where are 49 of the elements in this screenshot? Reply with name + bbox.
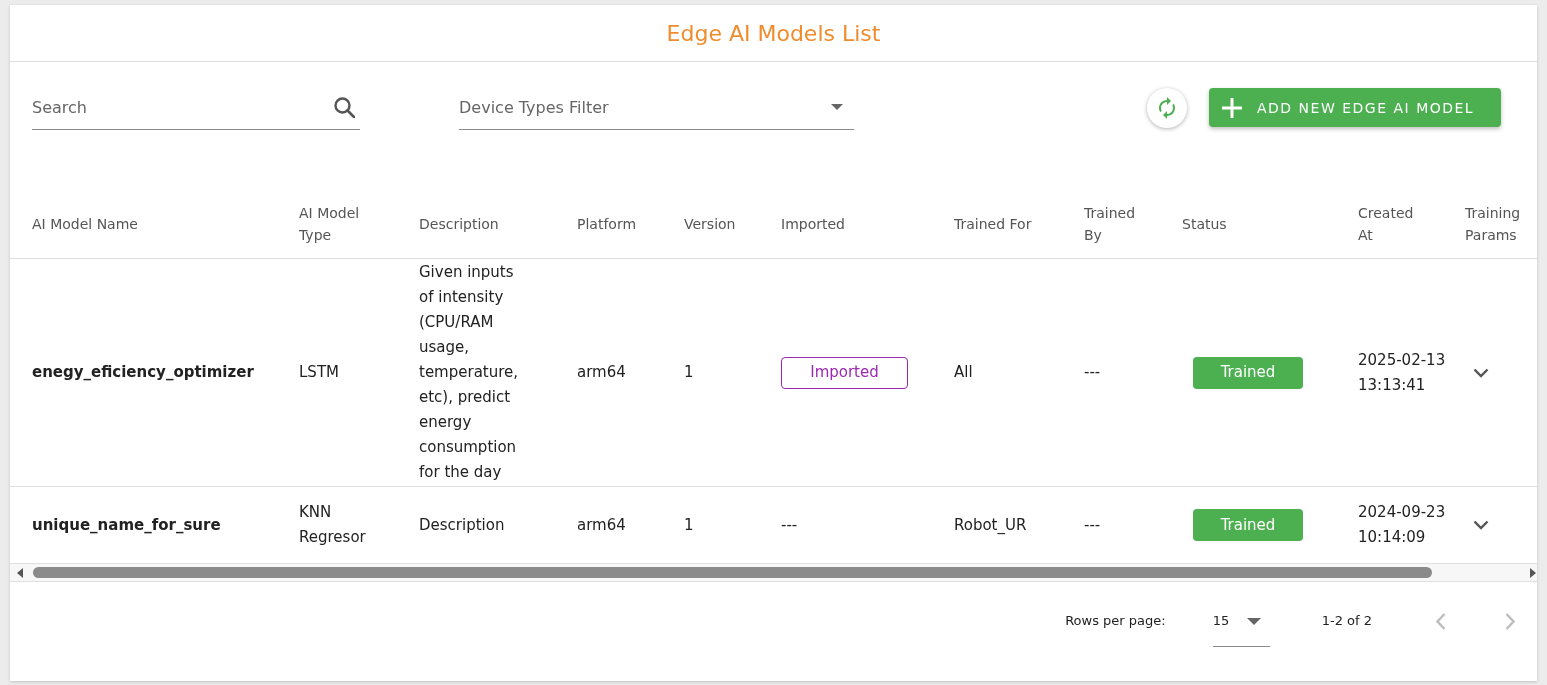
table-cell: --- [781, 486, 954, 564]
horizontal-scrollbar[interactable] [10, 564, 1537, 582]
chevron-down-icon[interactable] [1473, 367, 1489, 378]
page-range-text: 1-2 of 2 [1321, 612, 1372, 630]
rows-per-page-label: Rows per page: [1065, 612, 1166, 630]
table-cell: 1 [684, 258, 781, 487]
scroll-left-arrow-icon[interactable] [17, 567, 23, 578]
caret-down-icon [831, 104, 843, 110]
rows-per-page-dropdown[interactable]: 15 [1212, 611, 1270, 647]
column-header: Imported [781, 190, 954, 259]
table-cell: enegy_eficiency_optimizer [10, 258, 299, 487]
table-cell: Description [419, 486, 577, 564]
column-header: Platform [577, 190, 684, 259]
table-cell: LSTM [299, 258, 419, 487]
table-cell: 1 [684, 486, 781, 564]
search-icon [334, 97, 355, 118]
device-types-dropdown[interactable]: Device Types Filter [459, 85, 854, 130]
search-field[interactable]: Search [32, 85, 360, 130]
table-cell: Given inputs of intensity (CPU/RAM usage, temperature, etc), predict energy consumption for the day [419, 258, 577, 487]
table-cell: 2025-02-13 13:13:41 [1358, 258, 1465, 487]
status-tag: Trained [1193, 356, 1303, 389]
plus-icon [1222, 97, 1242, 118]
scroll-right-arrow-icon[interactable] [1530, 567, 1536, 578]
status-tag: Trained [1193, 509, 1303, 541]
column-header: AI Model Name [10, 190, 299, 259]
table-cell: All [954, 258, 1084, 487]
table-cell: --- [1084, 258, 1182, 487]
table-cell: --- [1084, 486, 1182, 564]
column-header: Description [419, 190, 577, 259]
table-cell: Robot_UR [954, 486, 1084, 564]
column-header: AI Model Type [299, 190, 419, 259]
column-header: Training Params [1465, 190, 1537, 259]
column-header: Version [684, 190, 781, 259]
page-title: Edge AI Models List [666, 20, 881, 46]
table-cell: arm64 [577, 258, 684, 487]
imported-tag: Imported [781, 356, 908, 389]
refresh-button[interactable] [1147, 87, 1187, 128]
column-header: Trained For [954, 190, 1084, 259]
chevron-down-icon[interactable] [1473, 520, 1489, 530]
table-cell: unique_name_for_sure [10, 486, 299, 564]
table-cell: 2024-09-23 10:14:09 [1358, 486, 1465, 564]
column-header: Created At [1358, 190, 1465, 259]
refresh-icon [1159, 96, 1175, 119]
table-cell: arm64 [577, 486, 684, 564]
scrollbar-thumb[interactable] [33, 567, 1432, 578]
caret-down-icon [1246, 618, 1261, 625]
column-header: Status [1182, 190, 1358, 259]
column-header: Trained By [1084, 190, 1182, 259]
table-cell: KNN Regresor [299, 486, 419, 564]
